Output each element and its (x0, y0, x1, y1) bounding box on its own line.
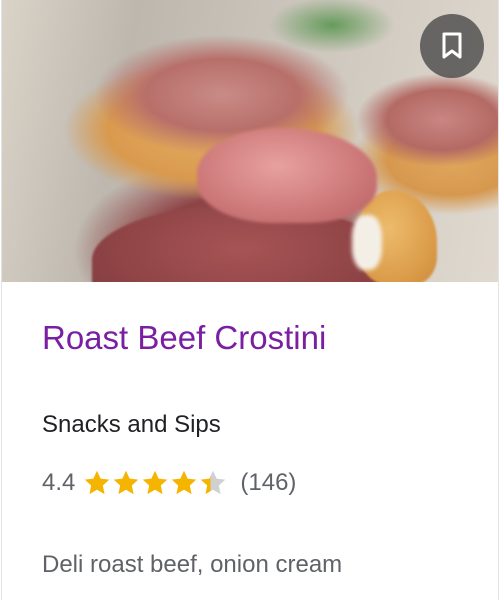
bookmark-button[interactable] (420, 14, 484, 78)
rating-row: 4.4 (146) (42, 468, 458, 498)
recipe-source: Snacks and Sips (42, 411, 221, 438)
star-icon (143, 470, 168, 495)
recipe-photo[interactable] (2, 0, 498, 282)
rating-value: 4.4 (42, 469, 76, 496)
photo-detail (197, 128, 377, 223)
recipe-card[interactable]: Roast Beef Crostini Snacks and Sips 4.4 … (1, 0, 499, 600)
star-icon (201, 470, 226, 495)
star-icon (172, 470, 197, 495)
review-count: (146) (240, 469, 297, 496)
bookmark-icon (442, 32, 462, 59)
star-icon (114, 470, 139, 495)
photo-detail (352, 215, 382, 270)
star-icon (85, 470, 110, 495)
recipe-title-link[interactable]: Roast Beef Crostini (42, 318, 458, 358)
star-rating (83, 469, 228, 497)
card-content: Roast Beef Crostini Snacks and Sips 4.4 … (2, 318, 498, 580)
recipe-description: Deli roast beef, onion cream (42, 551, 343, 578)
